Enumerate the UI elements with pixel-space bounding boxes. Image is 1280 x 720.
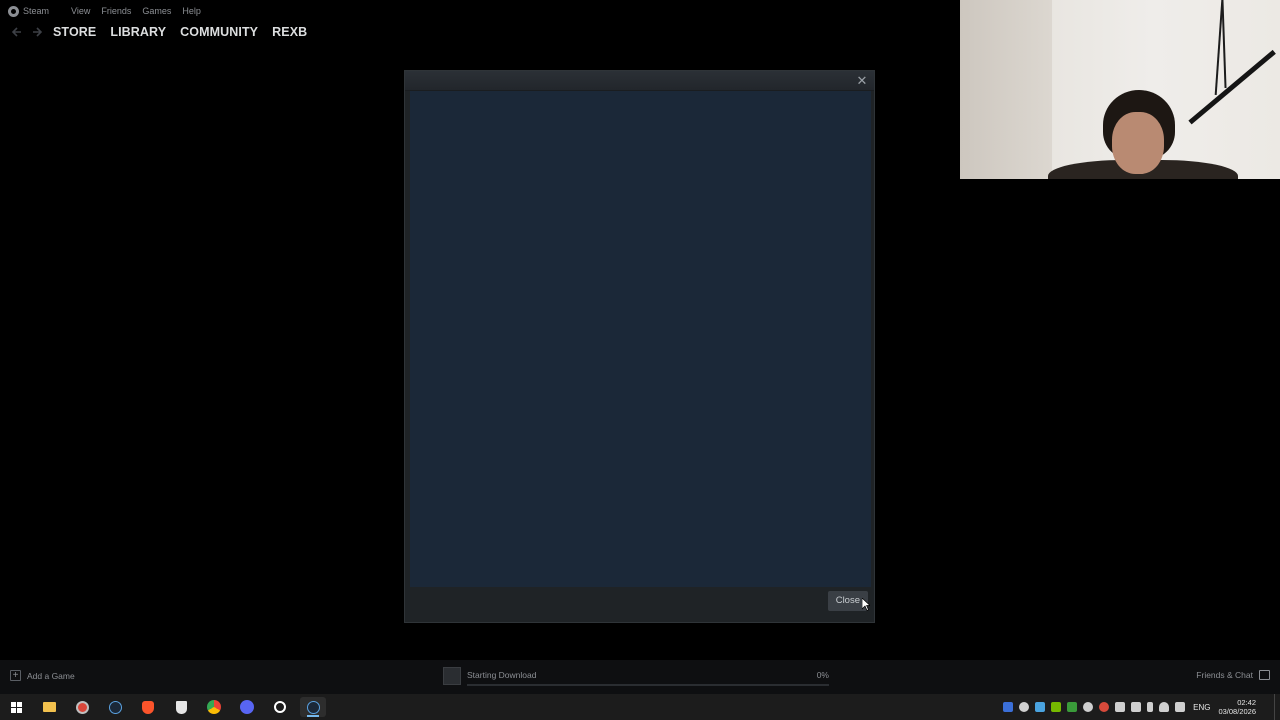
plus-icon: + xyxy=(10,670,21,681)
forward-arrow-icon[interactable] xyxy=(31,26,44,39)
tray-app-icon[interactable] xyxy=(1099,702,1110,712)
dialog-content xyxy=(410,91,871,589)
clock[interactable]: 02:42 03/08/2026 xyxy=(1218,698,1256,716)
webcam-cable xyxy=(1221,0,1227,89)
clock-date: 03/08/2026 xyxy=(1218,707,1256,716)
steam-active-icon[interactable] xyxy=(300,697,326,717)
steam-logo-icon xyxy=(8,5,19,17)
menubar: Steam View Friends Games Help xyxy=(0,0,960,22)
dialog-footer: Close xyxy=(405,587,874,622)
tray-app-icon[interactable] xyxy=(1051,702,1062,712)
menu-steam-label: Steam xyxy=(23,6,50,16)
windows-taskbar: ENG 02:42 03/08/2026 xyxy=(0,694,1280,720)
menu-games[interactable]: Games xyxy=(142,0,179,22)
close-icon[interactable]: ✕ xyxy=(855,74,869,88)
active-indicator xyxy=(307,715,319,717)
menu-steam[interactable]: Steam xyxy=(8,5,59,17)
friends-chat-button[interactable]: Friends & Chat xyxy=(1196,670,1270,680)
windows-start-icon[interactable] xyxy=(6,697,26,717)
menu-friends[interactable]: Friends xyxy=(101,0,139,22)
tray-app-icon[interactable] xyxy=(1019,702,1030,712)
tray-app-icon[interactable] xyxy=(1067,702,1078,712)
add-game-button[interactable]: + Add a Game xyxy=(10,670,75,681)
download-progress-bar xyxy=(467,684,829,686)
mouse-cursor-icon xyxy=(862,598,870,611)
file-explorer-icon[interactable] xyxy=(39,697,59,717)
language-indicator[interactable]: ENG xyxy=(1193,703,1210,712)
tray-app-icon[interactable] xyxy=(1115,702,1126,712)
desktop: Steam View Friends Games Help STORE LIBR… xyxy=(0,0,1280,720)
volume-icon[interactable] xyxy=(1131,702,1142,712)
add-game-label: Add a Game xyxy=(27,670,75,681)
back-arrow-icon[interactable] xyxy=(9,26,22,39)
steelseries-icon[interactable] xyxy=(270,697,290,717)
headset-icon[interactable] xyxy=(1159,702,1170,712)
download-status-text: Starting Download xyxy=(467,670,537,680)
steam-bottom-bar: + Add a Game Starting Download 0% Friend… xyxy=(0,660,1280,694)
navbar: STORE LIBRARY COMMUNITY REXB xyxy=(0,22,960,42)
webcam-person-face xyxy=(1112,112,1164,174)
steam-icon[interactable] xyxy=(105,697,125,717)
webcam-overlay xyxy=(960,0,1280,179)
friends-chat-label: Friends & Chat xyxy=(1196,670,1253,680)
clock-time: 02:42 xyxy=(1237,698,1256,707)
brave-icon[interactable] xyxy=(138,697,158,717)
tray-app-icon[interactable] xyxy=(1035,702,1046,712)
download-thumbnail xyxy=(443,667,461,685)
microphone-icon[interactable] xyxy=(1147,702,1154,712)
discord-icon[interactable] xyxy=(237,697,257,717)
nav-store[interactable]: STORE xyxy=(53,25,96,39)
show-desktop-button[interactable] xyxy=(1274,694,1280,720)
webcam-mic-arm xyxy=(1188,49,1276,125)
download-percent: 0% xyxy=(816,670,829,680)
epic-games-icon[interactable] xyxy=(171,697,191,717)
webcam-wall xyxy=(960,0,1052,179)
dialog-titlebar[interactable]: ✕ xyxy=(405,71,874,91)
nav-profile[interactable]: REXB xyxy=(272,25,307,39)
app-icon[interactable] xyxy=(72,697,92,717)
system-tray: ENG 02:42 03/08/2026 xyxy=(997,694,1280,720)
chrome-icon[interactable] xyxy=(204,697,224,717)
menu-help[interactable]: Help xyxy=(182,0,209,22)
steam-dialog: ✕ Close xyxy=(404,70,875,623)
tray-app-icon[interactable] xyxy=(1003,702,1014,712)
chat-icon xyxy=(1259,670,1270,680)
menu-view[interactable]: View xyxy=(71,0,98,22)
tray-app-icon[interactable] xyxy=(1083,702,1094,712)
nav-library[interactable]: LIBRARY xyxy=(110,25,166,39)
nav-community[interactable]: COMMUNITY xyxy=(180,25,258,39)
network-icon[interactable] xyxy=(1175,702,1186,712)
download-status[interactable]: Starting Download 0% xyxy=(443,667,829,687)
